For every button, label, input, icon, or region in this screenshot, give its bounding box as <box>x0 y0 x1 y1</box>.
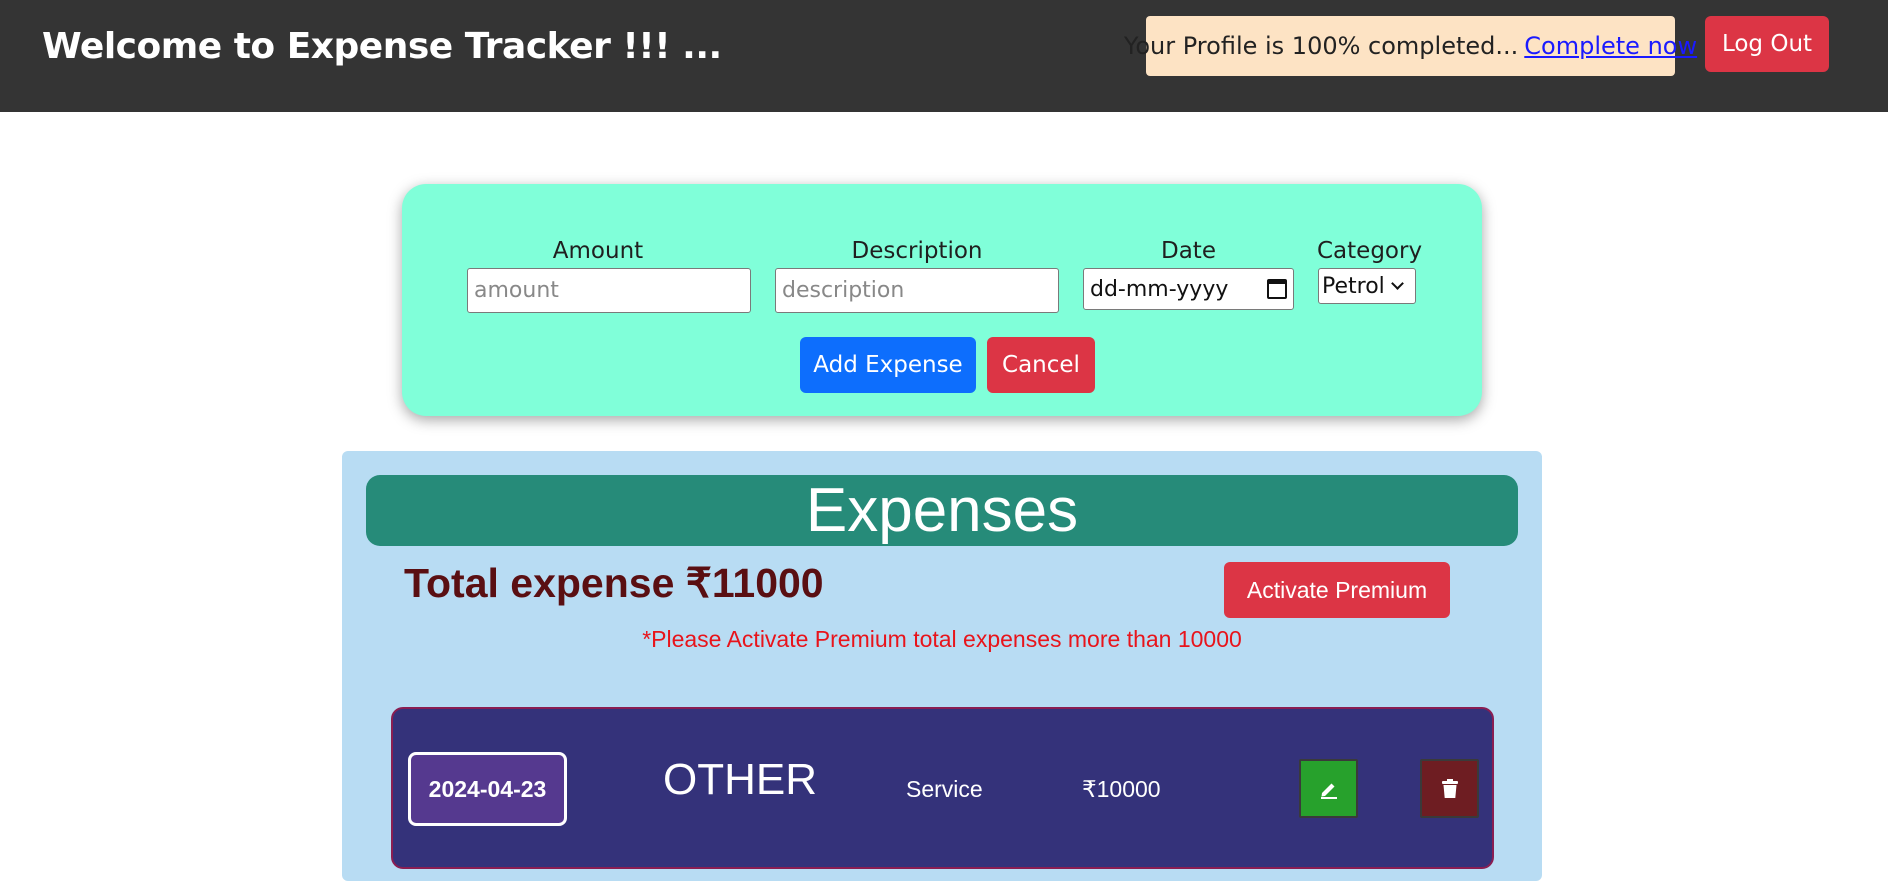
trash-icon <box>1441 778 1458 798</box>
logout-button[interactable]: Log Out <box>1705 16 1829 72</box>
expense-item: 2024-04-23 OTHER Service ₹10000 <box>391 707 1494 869</box>
premium-notice: *Please Activate Premium total expenses … <box>642 626 1242 652</box>
add-expense-form: Amount Description Date dd-mm-yyyy Categ… <box>402 184 1482 416</box>
category-select[interactable]: Petrol <box>1318 268 1416 304</box>
date-label: Date <box>1161 238 1216 264</box>
activate-premium-button[interactable]: Activate Premium <box>1224 562 1450 618</box>
delete-expense-button[interactable] <box>1420 759 1479 818</box>
pencil-icon <box>1320 783 1337 799</box>
cancel-button[interactable]: Cancel <box>987 337 1095 393</box>
description-input[interactable] <box>775 268 1059 313</box>
expense-date-badge: 2024-04-23 <box>408 752 567 826</box>
app-title: Welcome to Expense Tracker !!! ... <box>42 26 722 67</box>
chevron-down-icon <box>1390 276 1404 290</box>
top-navbar: Welcome to Expense Tracker !!! ... Your … <box>0 0 1888 112</box>
category-label: Category <box>1317 238 1423 264</box>
expense-category: OTHER <box>663 755 817 804</box>
expenses-panel: Expenses Total expense ₹11000 Activate P… <box>342 451 1542 881</box>
expenses-heading: Expenses <box>366 475 1518 546</box>
add-expense-button[interactable]: Add Expense <box>800 337 976 393</box>
expense-description: Service <box>906 776 983 802</box>
profile-status-text: Your Profile is 100% completed... <box>1123 32 1519 60</box>
expense-amount: ₹10000 <box>1082 776 1161 802</box>
profile-completion-banner: Your Profile is 100% completed... Comple… <box>1124 16 1697 76</box>
edit-expense-button[interactable] <box>1299 759 1358 818</box>
description-label: Description <box>851 238 983 264</box>
date-placeholder: dd-mm-yyyy <box>1090 276 1229 302</box>
amount-label: Amount <box>552 238 644 264</box>
total-expense: Total expense ₹11000 <box>404 560 824 606</box>
category-selected-value: Petrol <box>1322 273 1385 299</box>
complete-profile-link[interactable]: Complete now <box>1524 32 1697 60</box>
amount-input[interactable] <box>467 268 751 313</box>
calendar-icon[interactable] <box>1267 279 1287 299</box>
date-input[interactable]: dd-mm-yyyy <box>1083 268 1294 310</box>
